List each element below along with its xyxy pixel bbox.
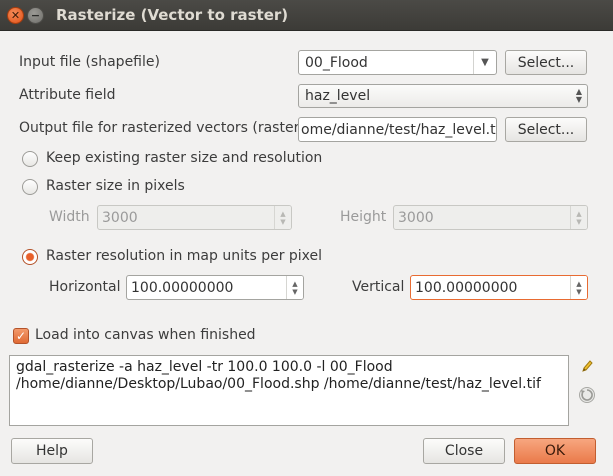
- height-value: 3000: [398, 209, 434, 226]
- attribute-field-combo[interactable]: haz_level ▲ ▼: [298, 84, 588, 108]
- ok-button[interactable]: OK: [514, 438, 596, 464]
- spin-arrows-icon[interactable]: ▲ ▼: [570, 276, 587, 299]
- height-label: Height: [340, 209, 387, 225]
- minimize-window-icon[interactable]: −: [27, 7, 44, 24]
- horizontal-spinbox[interactable]: 100.00000000 ▲ ▼: [126, 275, 304, 300]
- input-file-value: 00_Flood: [305, 54, 368, 71]
- resolution-radio[interactable]: [22, 249, 38, 265]
- horizontal-value: 100.00000000: [131, 279, 234, 296]
- output-file-label: Output file for rasterized vectors (rast…: [19, 120, 305, 136]
- reset-icon[interactable]: [577, 385, 597, 405]
- width-spinbox: 3000 ▲ ▼: [97, 205, 292, 230]
- size-pixels-radio[interactable]: [22, 179, 38, 195]
- close-window-icon[interactable]: ✕: [7, 7, 24, 24]
- input-file-combo[interactable]: 00_Flood ▼: [298, 50, 497, 75]
- attribute-field-label: Attribute field: [19, 87, 116, 103]
- keep-size-radio[interactable]: [22, 151, 38, 167]
- horizontal-label: Horizontal: [49, 279, 121, 295]
- pencil-icon[interactable]: [577, 356, 597, 376]
- title-bar: ✕ − Rasterize (Vector to raster): [0, 0, 613, 31]
- width-label: Width: [49, 209, 90, 225]
- chevron-down-icon: ▼: [473, 51, 496, 74]
- command-textarea[interactable]: gdal_rasterize -a haz_level -tr 100.0 10…: [9, 355, 569, 426]
- resolution-label: Raster resolution in map units per pixel: [46, 248, 323, 264]
- output-file-input[interactable]: ome/dianne/test/haz_level.tif: [298, 117, 497, 142]
- size-pixels-label: Raster size in pixels: [46, 178, 185, 194]
- help-button[interactable]: Help: [11, 438, 93, 464]
- updown-arrows-icon: ▲ ▼: [575, 87, 582, 104]
- keep-size-label: Keep existing raster size and resolution: [46, 150, 323, 166]
- load-canvas-checkbox[interactable]: ✓: [13, 328, 29, 344]
- width-value: 3000: [102, 209, 138, 226]
- close-button[interactable]: Close: [423, 438, 505, 464]
- spin-arrows-icon[interactable]: ▲ ▼: [286, 276, 303, 299]
- vertical-label: Vertical: [352, 279, 405, 295]
- output-select-button[interactable]: Select...: [505, 117, 587, 142]
- window-title: Rasterize (Vector to raster): [56, 6, 289, 24]
- attribute-field-value: haz_level: [305, 88, 371, 104]
- input-select-button[interactable]: Select...: [505, 50, 587, 75]
- load-canvas-label: Load into canvas when finished: [35, 327, 256, 343]
- spin-arrows-icon: ▲ ▼: [274, 206, 291, 229]
- spin-arrows-icon: ▲ ▼: [570, 206, 587, 229]
- height-spinbox: 3000 ▲ ▼: [393, 205, 588, 230]
- vertical-spinbox[interactable]: 100.00000000 ▲ ▼: [410, 275, 588, 300]
- input-file-label: Input file (shapefile): [19, 54, 160, 70]
- vertical-value: 100.00000000: [415, 279, 518, 296]
